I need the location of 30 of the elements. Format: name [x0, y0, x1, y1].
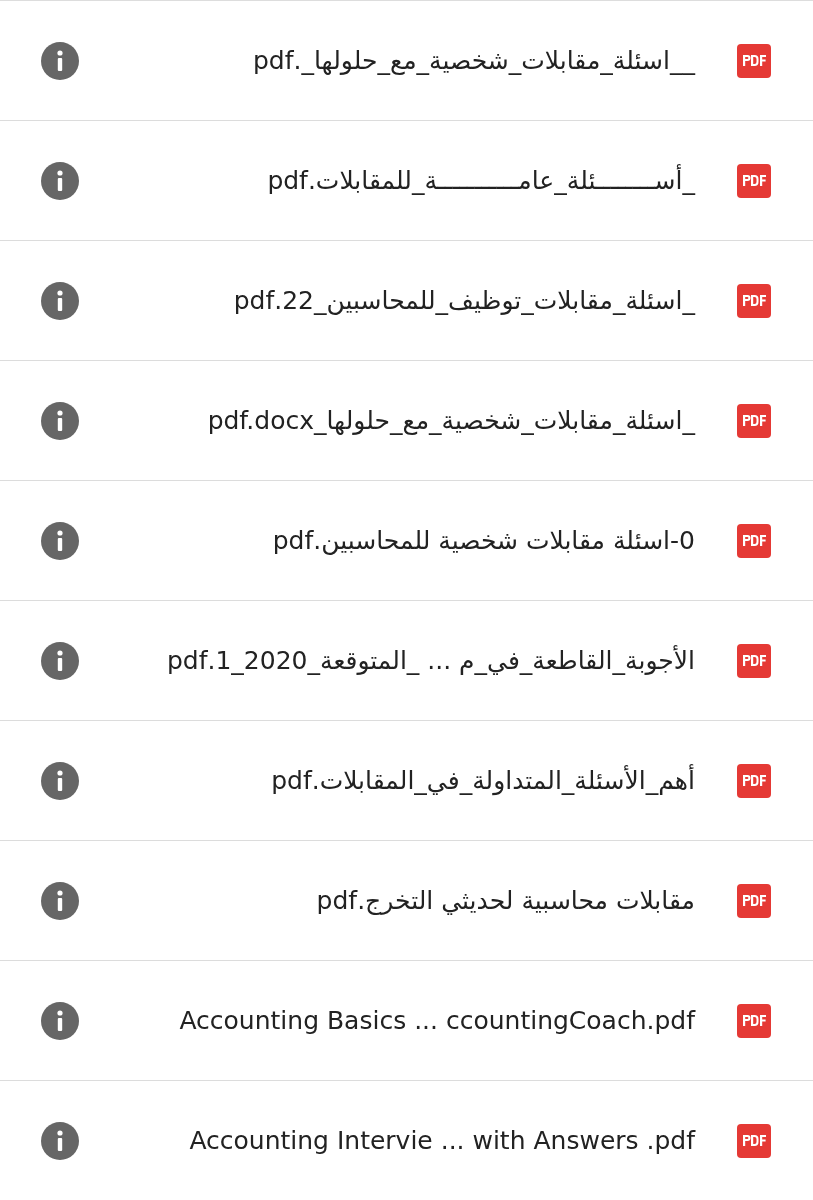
pdf-file-icon: [737, 1123, 771, 1158]
file-name[interactable]: _أســــــــئلة_عامـــــــــــة_للمقابلات.pdf: [99, 166, 695, 195]
pdf-file-icon: [737, 283, 771, 318]
file-name[interactable]: _اسئلة_مقابلات_توظيف_للمحاسبين_22.pdf: [99, 286, 695, 315]
info-icon[interactable]: [41, 401, 79, 440]
file-name[interactable]: __اسئلة_مقابلات_شخصية_مع_حلولها_.pdf: [99, 46, 695, 75]
file-name[interactable]: مقابلات محاسبية لحديثي التخرج.pdf: [99, 886, 695, 915]
pdf-file-icon: [737, 883, 771, 918]
pdf-file-icon: [737, 643, 771, 678]
info-icon[interactable]: [41, 641, 79, 680]
pdf-file-icon: [737, 763, 771, 798]
file-name[interactable]: أهم_الأسئلة_المتداولة_في_المقابلات.pdf: [99, 766, 695, 795]
pdf-file-icon: [737, 403, 771, 438]
pdf-file-icon: [737, 1003, 771, 1038]
file-name[interactable]: Accounting Intervie ... with Answers .pdf: [99, 1126, 695, 1155]
info-icon[interactable]: [41, 1001, 79, 1040]
info-icon[interactable]: [41, 41, 79, 80]
pdf-file-icon: [737, 43, 771, 78]
info-icon[interactable]: [41, 281, 79, 320]
file-name[interactable]: 0-اسئلة مقابلات شخصية للمحاسبين.pdf: [99, 526, 695, 555]
file-name[interactable]: الأجوبة_القاطعة_في_م ... _المتوقعة_2020_1.pdf: [99, 646, 695, 675]
pdf-file-icon: [737, 163, 771, 198]
info-icon[interactable]: [41, 881, 79, 920]
info-icon[interactable]: [41, 1121, 79, 1160]
info-icon[interactable]: [41, 161, 79, 200]
file-name[interactable]: Accounting Basics ... ccountingCoach.pdf: [99, 1006, 695, 1035]
info-icon[interactable]: [41, 761, 79, 800]
pdf-file-icon: [737, 523, 771, 558]
info-icon[interactable]: [41, 521, 79, 560]
file-name[interactable]: _اسئلة_مقابلات_شخصية_مع_حلولها_pdf.docx: [99, 406, 695, 435]
